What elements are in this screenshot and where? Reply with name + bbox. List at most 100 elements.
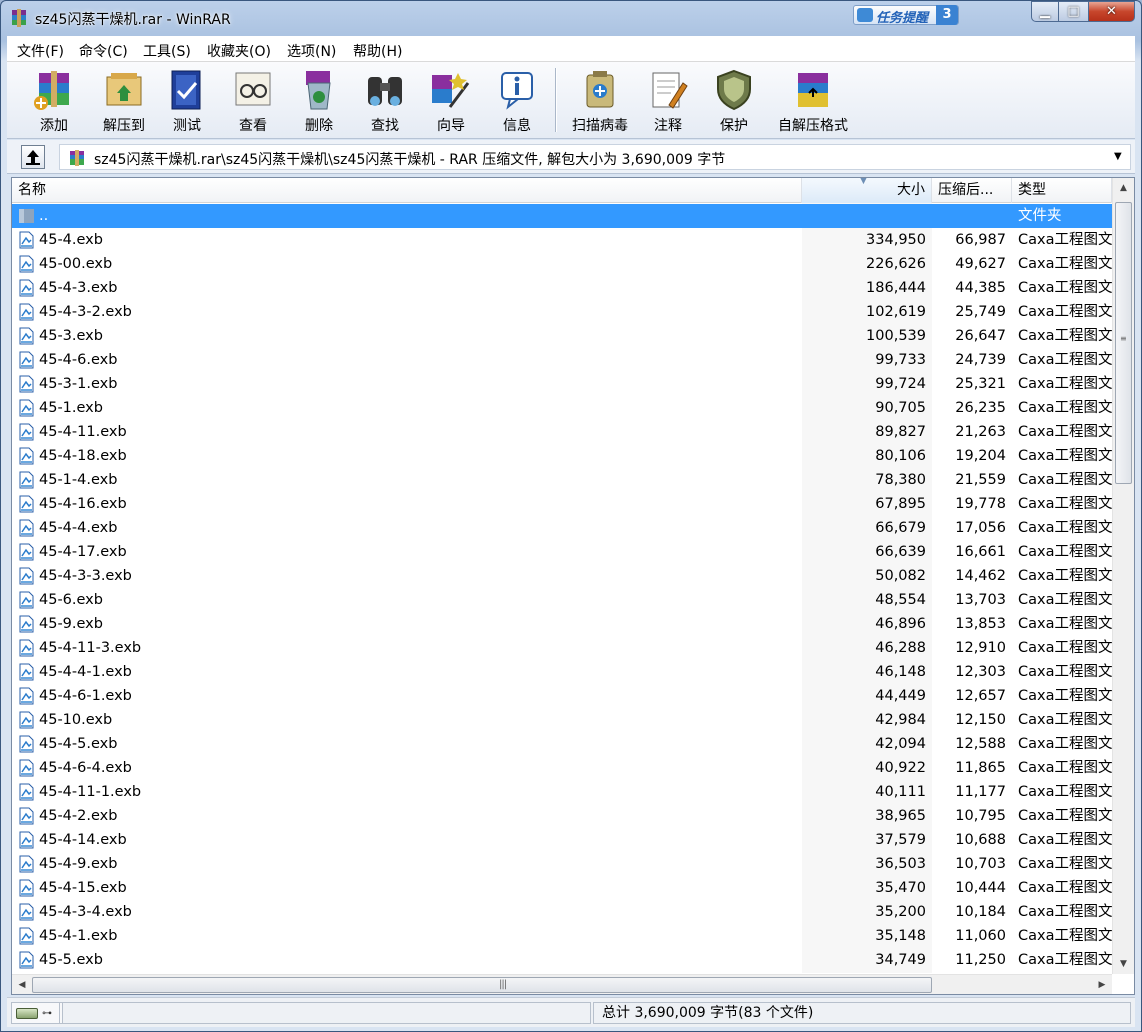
task-reminder-button[interactable]: 任务提醒 3: [853, 5, 959, 26]
file-row[interactable]: 45-5.exb 34,749 11,250 Caxa工程图文: [12, 948, 1112, 972]
file-row[interactable]: 45-4-6-4.exb 40,922 11,865 Caxa工程图文: [12, 756, 1112, 780]
sort-descending-icon: ▼: [860, 177, 867, 186]
file-packed-size: 10,688: [955, 832, 1006, 848]
file-row[interactable]: 45-3-1.exb 99,724 25,321 Caxa工程图文: [12, 372, 1112, 396]
file-row[interactable]: 45-4-6-1.exb 44,449 12,657 Caxa工程图文: [12, 684, 1112, 708]
wizard-button[interactable]: 向导: [423, 65, 479, 135]
file-size: 35,200: [875, 904, 926, 920]
minimize-button[interactable]: ▁: [1031, 1, 1059, 22]
file-name: 45-4-6-1.exb: [39, 688, 132, 704]
file-row[interactable]: 45-1-4.exb 78,380 21,559 Caxa工程图文: [12, 468, 1112, 492]
scroll-up-arrow-icon[interactable]: ▲: [1113, 178, 1134, 198]
scroll-left-arrow-icon[interactable]: ◀: [12, 975, 32, 994]
file-size: 42,984: [875, 712, 926, 728]
file-name: 45-4-16.exb: [39, 496, 127, 512]
file-row[interactable]: 45-00.exb 226,626 49,627 Caxa工程图文: [12, 252, 1112, 276]
maximize-button[interactable]: □: [1059, 1, 1089, 22]
exb-file-icon: [19, 447, 34, 465]
up-folder-button[interactable]: [21, 145, 45, 169]
menu-help[interactable]: 帮助(H): [353, 41, 402, 61]
file-row[interactable]: 45-4-4-1.exb 46,148 12,303 Caxa工程图文: [12, 660, 1112, 684]
sfx-button[interactable]: 自解压格式: [771, 65, 855, 135]
file-row[interactable]: 45-4-3.exb 186,444 44,385 Caxa工程图文: [12, 276, 1112, 300]
file-row[interactable]: 45-4-1.exb 35,148 11,060 Caxa工程图文: [12, 924, 1112, 948]
file-packed-size: 24,739: [955, 352, 1006, 368]
exb-file-icon: [19, 543, 34, 561]
virus-scan-button[interactable]: 扫描病毒: [563, 65, 637, 135]
horizontal-scrollbar[interactable]: ◀ ||| ▶: [12, 974, 1112, 994]
vertical-scrollbar[interactable]: ▲ ≡ ▼: [1112, 178, 1134, 974]
comment-button[interactable]: 注释: [637, 65, 699, 135]
file-name: 45-4-9.exb: [39, 856, 118, 872]
file-row[interactable]: 45-3.exb 100,539 26,647 Caxa工程图文: [12, 324, 1112, 348]
file-row[interactable]: 45-4-18.exb 80,106 19,204 Caxa工程图文: [12, 444, 1112, 468]
file-row[interactable]: 45-4-14.exb 37,579 10,688 Caxa工程图文: [12, 828, 1112, 852]
file-row[interactable]: 45-4-17.exb 66,639 16,661 Caxa工程图文: [12, 540, 1112, 564]
minimize-icon: ▁: [1040, 4, 1050, 19]
file-name: 45-4-11-3.exb: [39, 640, 142, 656]
vertical-scroll-thumb[interactable]: ≡: [1115, 202, 1132, 484]
file-type: Caxa工程图文: [1018, 712, 1113, 728]
file-type: Caxa工程图文: [1018, 280, 1113, 296]
file-type: Caxa工程图文: [1018, 688, 1113, 704]
file-row[interactable]: 45-4-5.exb 42,094 12,588 Caxa工程图文: [12, 732, 1112, 756]
scroll-down-arrow-icon[interactable]: ▼: [1113, 954, 1134, 974]
column-name[interactable]: 名称: [12, 178, 802, 203]
file-row[interactable]: 45-4-3-2.exb 102,619 25,749 Caxa工程图文: [12, 300, 1112, 324]
menu-favorites[interactable]: 收藏夹(O): [207, 41, 271, 61]
file-row[interactable]: 45-4-3-3.exb 50,082 14,462 Caxa工程图文: [12, 564, 1112, 588]
view-button[interactable]: 查看: [225, 65, 281, 135]
file-row[interactable]: 45-4-11-1.exb 40,111 11,177 Caxa工程图文: [12, 780, 1112, 804]
column-type[interactable]: 类型: [1012, 178, 1112, 203]
delete-button[interactable]: 删除: [291, 65, 347, 135]
menu-commands[interactable]: 命令(C): [79, 41, 128, 61]
path-dropdown[interactable]: sz45闪蒸干燥机.rar\sz45闪蒸干燥机\sz45闪蒸干燥机 - RAR …: [59, 144, 1131, 170]
file-row[interactable]: 45-10.exb 42,984 12,150 Caxa工程图文: [12, 708, 1112, 732]
column-packed[interactable]: 压缩后...: [932, 178, 1012, 203]
file-row[interactable]: 45-9.exb 46,896 13,853 Caxa工程图文: [12, 612, 1112, 636]
file-row[interactable]: 45-4-15.exb 35,470 10,444 Caxa工程图文: [12, 876, 1112, 900]
file-row[interactable]: 45-4-2.exb 38,965 10,795 Caxa工程图文: [12, 804, 1112, 828]
file-row[interactable]: 45-4-6.exb 99,733 24,739 Caxa工程图文: [12, 348, 1112, 372]
exb-file-icon: [19, 759, 34, 777]
file-row[interactable]: 45-4-4.exb 66,679 17,056 Caxa工程图文: [12, 516, 1112, 540]
exb-file-icon: [19, 399, 34, 417]
file-row[interactable]: 45-4.exb 334,950 66,987 Caxa工程图文: [12, 228, 1112, 252]
wizard-icon: [432, 73, 470, 108]
add-button[interactable]: 添加: [19, 65, 89, 135]
file-type: Caxa工程图文: [1018, 952, 1113, 968]
info-button[interactable]: 信息: [489, 65, 545, 135]
menu-file[interactable]: 文件(F): [17, 41, 64, 61]
file-row[interactable]: 45-6.exb 48,554 13,703 Caxa工程图文: [12, 588, 1112, 612]
file-row[interactable]: 45-4-3-4.exb 35,200 10,184 Caxa工程图文: [12, 900, 1112, 924]
file-name: 45-6.exb: [39, 592, 103, 608]
close-button[interactable]: ✕: [1089, 1, 1135, 22]
file-row[interactable]: 45-4-11-3.exb 46,288 12,910 Caxa工程图文: [12, 636, 1112, 660]
column-size[interactable]: 大小: [802, 178, 932, 203]
test-button[interactable]: 测试: [159, 65, 215, 135]
exb-file-icon: [19, 567, 34, 585]
file-row[interactable]: 45-4-9.exb 36,503 10,703 Caxa工程图文: [12, 852, 1112, 876]
scroll-right-arrow-icon[interactable]: ▶: [1092, 975, 1112, 994]
parent-folder-row[interactable]: .. 文件夹: [12, 204, 1112, 228]
chevron-down-icon[interactable]: ▼: [1114, 151, 1126, 162]
file-row[interactable]: 45-4-16.exb 67,895 19,778 Caxa工程图文: [12, 492, 1112, 516]
menu-tools[interactable]: 工具(S): [143, 41, 191, 61]
extract-to-button[interactable]: 解压到: [89, 65, 159, 135]
title-bar[interactable]: sz45闪蒸干燥机.rar - WinRAR 任务提醒 3 ▁ □ ✕: [1, 1, 1141, 35]
exb-file-icon: [19, 231, 34, 249]
file-packed-size: 17,056: [955, 520, 1006, 536]
winrar-app-icon: [12, 9, 26, 27]
file-type: Caxa工程图文: [1018, 472, 1113, 488]
file-packed-size: 26,235: [955, 400, 1006, 416]
file-name: 45-4-4.exb: [39, 520, 118, 536]
drive-icon: [16, 1008, 38, 1019]
protect-button[interactable]: 保护: [703, 65, 765, 135]
file-row[interactable]: 45-4-11.exb 89,827 21,263 Caxa工程图文: [12, 420, 1112, 444]
find-button[interactable]: 查找: [357, 65, 413, 135]
view-icon: [235, 72, 271, 106]
file-row[interactable]: 45-1.exb 90,705 26,235 Caxa工程图文: [12, 396, 1112, 420]
menu-options[interactable]: 选项(N): [287, 41, 336, 61]
drive-key-status[interactable]: ⊶: [11, 1002, 63, 1024]
horizontal-scroll-thumb[interactable]: |||: [32, 977, 932, 993]
